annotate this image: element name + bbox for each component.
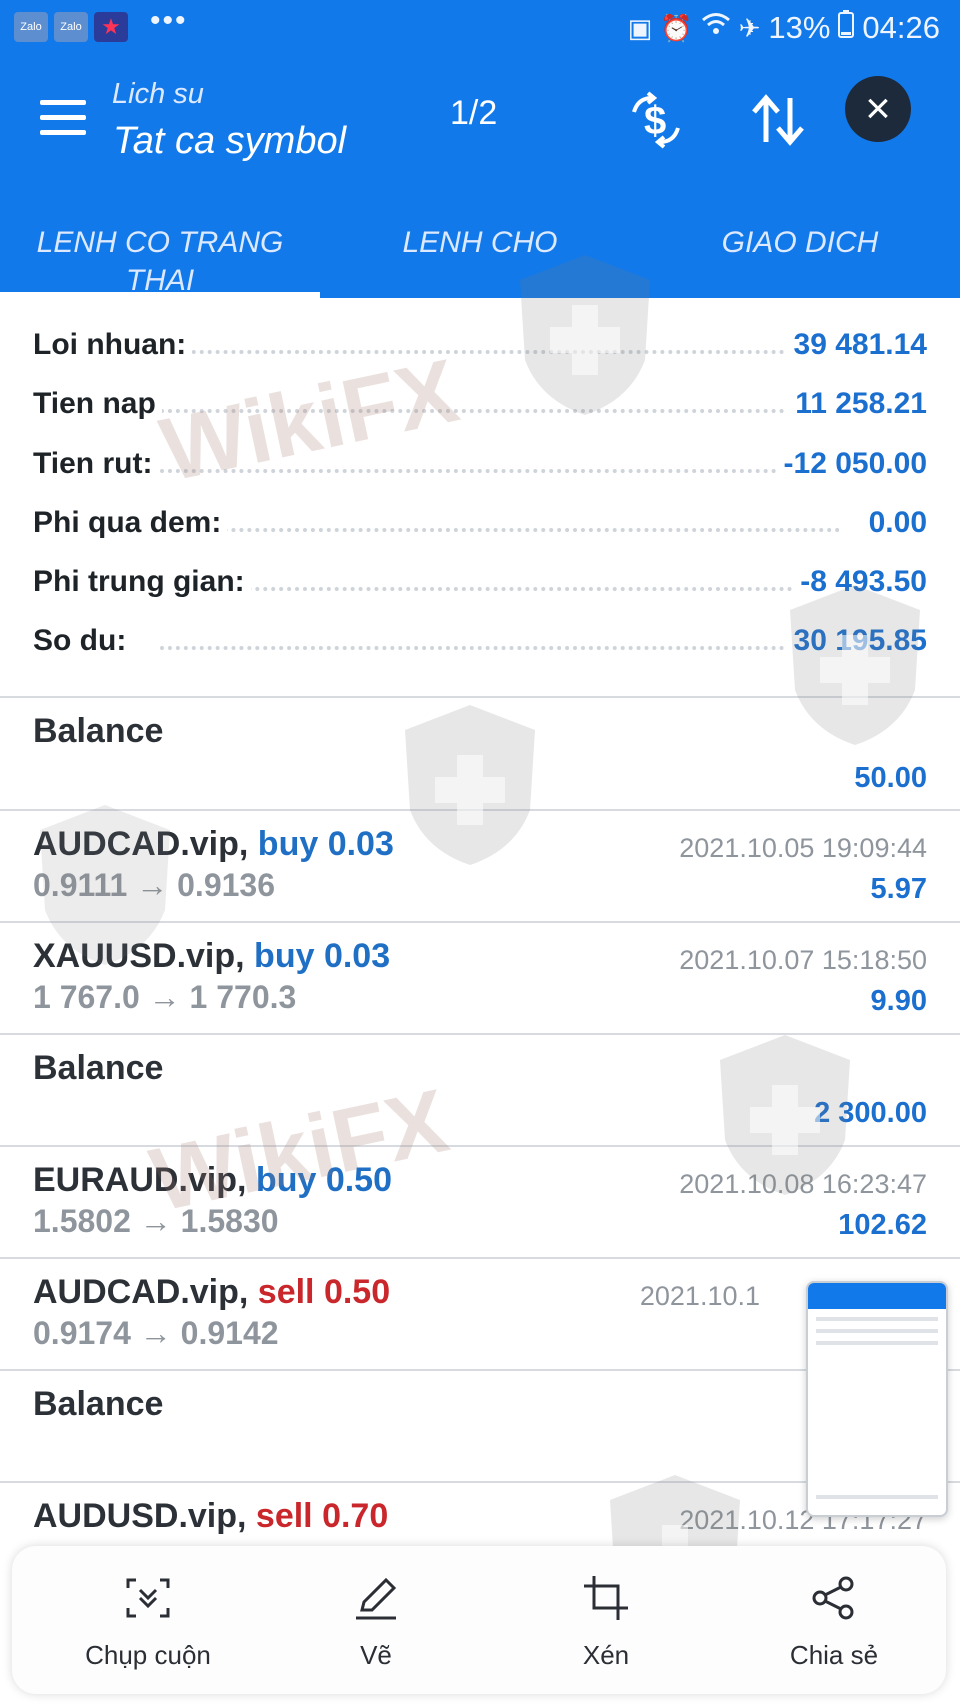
scroll-capture-button[interactable]: Chụp cuộn <box>48 1546 248 1694</box>
battery-percent: 13% <box>768 10 831 45</box>
tab-giao-dich[interactable]: GIAO DICH <box>680 224 920 262</box>
wifi-icon <box>701 11 731 45</box>
entry-volume: buy 0.03 <box>257 825 394 863</box>
entry-symbol: AUDUSD.vip, sell 0.70 <box>33 1497 389 1535</box>
entry-name: Balance <box>33 712 164 750</box>
share-button[interactable]: Chia sẻ <box>734 1546 934 1694</box>
crop-label: Xén <box>582 1640 630 1670</box>
dotted-leader <box>160 527 840 532</box>
tab-bar: LENH CO TRANG THAI LENH CHO GIAO DICH <box>0 208 960 298</box>
dotted-leader <box>160 587 840 592</box>
alarm-icon: ⏰ <box>660 13 693 43</box>
summary-row-deposit: Tien nap 11 258.21 <box>0 379 960 438</box>
dotted-leader <box>160 350 840 354</box>
close-icon[interactable]: × <box>845 76 911 142</box>
share-icon <box>812 1576 854 1620</box>
scroll-capture-label: Chụp cuộn <box>85 1640 211 1670</box>
history-entry-trade[interactable]: XAUUSD.vip, buy 0.03 2021.10.07 15:18:50… <box>0 923 960 1033</box>
summary-row-commission: Phi trung gian: -8 493.50 <box>0 557 960 616</box>
crop-button[interactable]: Xén <box>506 1546 706 1694</box>
entry-symbol: AUDCAD.vip, buy 0.03 <box>33 825 394 863</box>
notification-icon: ▣ <box>627 13 653 43</box>
active-tab-indicator <box>0 292 320 298</box>
draw-label: Vẽ <box>360 1640 392 1670</box>
zalo-app-icon: Zalo <box>14 12 48 42</box>
summary-row-swap: Phi qua dem: 0.00 <box>0 498 960 557</box>
sort-icon[interactable] <box>748 90 808 150</box>
entry-prices: 1 767.0 → 1 770.3 <box>33 979 297 1015</box>
dotted-leader <box>160 468 840 473</box>
more-notifications-icon: ••• <box>150 4 188 37</box>
history-entry-trade[interactable]: EURAUD.vip, buy 0.50 2021.10.08 16:23:47… <box>0 1147 960 1257</box>
entry-symbol: EURAUD.vip, buy 0.50 <box>33 1161 392 1199</box>
entry-date: 2021.10.1 <box>639 1281 760 1311</box>
summary-value: 39 481.14 <box>785 328 927 362</box>
entry-prices: 0.9174 → 0.9142 <box>33 1315 279 1351</box>
entry-profit: 9.90 <box>870 985 927 1017</box>
zalo-app-icon: Zalo <box>54 12 88 42</box>
clock: 04:26 <box>862 10 940 45</box>
history-entry-balance[interactable]: Balance 2 300.00 <box>0 1035 960 1145</box>
summary-panel: Loi nhuan: 39 481.14 Tien nap 11 258.21 … <box>0 320 960 676</box>
entry-prices: 1.5802 → 1.5830 <box>33 1203 279 1239</box>
crop-icon <box>584 1576 628 1620</box>
airplane-mode-icon: ✈ <box>738 13 761 43</box>
header-subtitle: Lich su <box>112 78 204 110</box>
summary-label: So du: <box>33 624 133 659</box>
share-label: Chia sẻ <box>789 1640 879 1670</box>
entry-date: 2021.10.07 15:18:50 <box>679 945 927 975</box>
header-title[interactable]: Tat ca symbol <box>113 120 346 163</box>
scroll-capture-icon <box>126 1578 170 1618</box>
summary-value: 11 258.21 <box>787 387 927 422</box>
entry-profit: 2 300.00 <box>814 1097 927 1129</box>
entry-volume: sell 0.70 <box>255 1497 389 1535</box>
summary-label: Phi qua dem: <box>33 505 228 540</box>
summary-label: Loi nhuan: <box>33 328 193 362</box>
entry-prices: 0.9111 → 0.9136 <box>33 867 275 903</box>
entry-date: 2021.10.05 19:09:44 <box>679 833 927 863</box>
entry-profit: 102.62 <box>838 1209 927 1241</box>
history-entry-balance[interactable]: Balance 50.00 <box>0 698 960 810</box>
entry-volume: buy 0.03 <box>254 937 391 975</box>
summary-value: 30 195.85 <box>785 624 927 659</box>
entry-profit: 50.00 <box>854 762 927 794</box>
menu-icon[interactable] <box>40 100 86 136</box>
currency-exchange-icon[interactable]: $ <box>626 90 686 150</box>
history-entry-trade[interactable]: AUDCAD.vip, buy 0.03 2021.10.05 19:09:44… <box>0 811 960 921</box>
entry-profit: 5.97 <box>870 873 927 905</box>
entry-name: Balance <box>33 1049 164 1087</box>
entry-date: 2021.10.08 16:23:47 <box>679 1169 927 1199</box>
draw-button[interactable]: Vẽ <box>276 1546 476 1694</box>
entry-volume: buy 0.50 <box>255 1161 392 1199</box>
dotted-leader <box>160 646 840 651</box>
entry-volume: sell 0.50 <box>257 1273 391 1311</box>
entry-symbol: AUDCAD.vip, sell 0.50 <box>33 1273 391 1311</box>
dotted-leader <box>160 409 840 414</box>
summary-label: Tien rut: <box>33 446 159 481</box>
page-indicator: 1/2 <box>450 94 498 132</box>
screenshot-preview-thumbnail[interactable] <box>806 1281 948 1517</box>
battery-icon <box>838 10 855 46</box>
status-bar: Zalo Zalo ★ ••• ▣ ⏰ ✈ 13% 04:26 <box>0 0 960 58</box>
screenshot-toolbar: Chụp cuộn Vẽ Xén Chia sẻ <box>12 1546 946 1694</box>
draw-icon <box>356 1577 397 1620</box>
summary-row-profit: Loi nhuan: 39 481.14 <box>0 320 960 379</box>
tab-lenh-cho[interactable]: LENH CHO <box>360 224 600 262</box>
summary-row-balance: So du: 30 195.85 <box>0 616 960 675</box>
summary-label: Phi trung gian: <box>33 565 251 600</box>
summary-value: 0.00 <box>860 505 927 540</box>
summary-value: -8 493.50 <box>792 565 927 600</box>
summary-label: Tien nap <box>33 387 162 422</box>
star-app-icon: ★ <box>94 12 128 42</box>
entry-symbol: XAUUSD.vip, buy 0.03 <box>33 937 391 975</box>
entry-name: Balance <box>33 1385 164 1423</box>
summary-row-withdrawal: Tien rut: -12 050.00 <box>0 439 960 498</box>
tab-lenh-co-trang-thai[interactable]: LENH CO TRANG THAI <box>20 224 300 300</box>
summary-value: -12 050.00 <box>775 446 927 481</box>
